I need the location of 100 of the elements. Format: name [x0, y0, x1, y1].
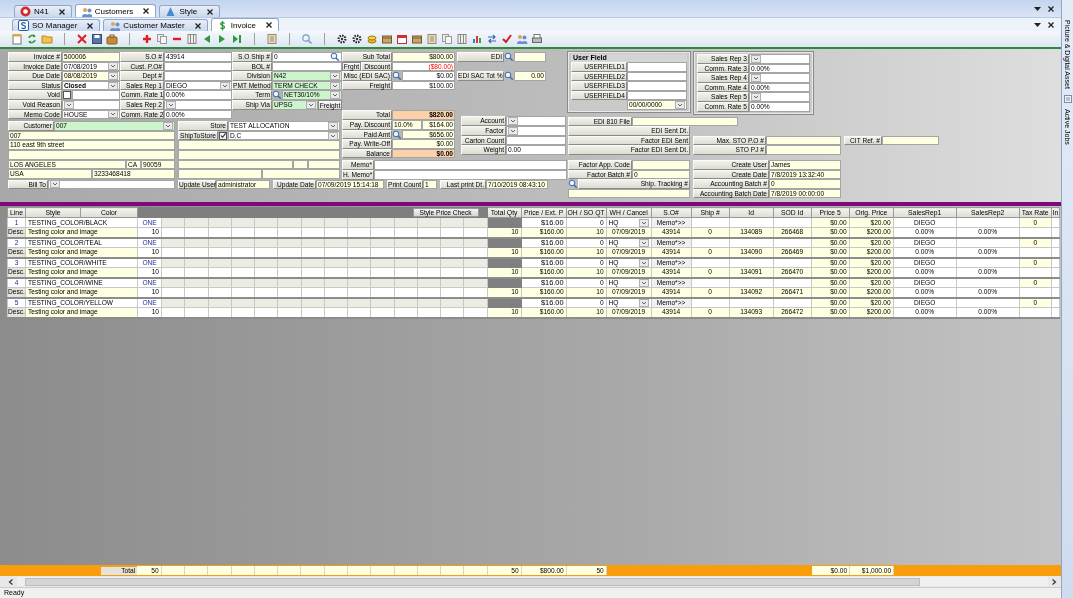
- checkbox[interactable]: [219, 131, 227, 140]
- search-icon[interactable]: [301, 33, 313, 45]
- caret-icon[interactable]: [330, 81, 340, 90]
- caret-icon[interactable]: [220, 81, 230, 90]
- caret-icon[interactable]: [751, 74, 761, 82]
- close-icon[interactable]: [1047, 20, 1055, 29]
- caret-icon[interactable]: [64, 100, 74, 109]
- tab[interactable]: N41: [14, 5, 72, 17]
- input-field[interactable]: [272, 61, 342, 72]
- input-field[interactable]: [506, 135, 566, 146]
- input-field[interactable]: [374, 160, 567, 170]
- close-icon[interactable]: [206, 7, 215, 16]
- caret-icon[interactable]: [675, 101, 685, 110]
- search-icon[interactable]: [568, 179, 578, 189]
- dropdown-field[interactable]: [749, 92, 810, 102]
- caret-icon[interactable]: [508, 126, 518, 135]
- input-field[interactable]: [627, 71, 687, 82]
- document-icon[interactable]: [426, 33, 438, 45]
- search-icon[interactable]: [392, 71, 402, 81]
- caret-icon[interactable]: [330, 72, 340, 80]
- close-icon[interactable]: [1047, 4, 1055, 13]
- input-field[interactable]: [164, 71, 232, 81]
- caret-icon[interactable]: [306, 100, 316, 109]
- input-field[interactable]: [178, 169, 262, 179]
- check-icon[interactable]: [501, 33, 513, 45]
- caret-icon[interactable]: [751, 93, 761, 102]
- input-field[interactable]: [293, 159, 308, 170]
- caret-icon[interactable]: [638, 238, 649, 247]
- people-icon[interactable]: [516, 33, 528, 45]
- caret-icon[interactable]: [330, 91, 340, 100]
- caret-icon[interactable]: [638, 278, 649, 287]
- printer-icon[interactable]: [531, 33, 543, 45]
- caret-icon[interactable]: [108, 110, 118, 119]
- caret-icon[interactable]: [108, 72, 118, 80]
- columns-icon[interactable]: [456, 33, 468, 45]
- gear-icon[interactable]: [351, 33, 363, 45]
- caret-icon[interactable]: [328, 131, 338, 140]
- input-field[interactable]: [178, 159, 293, 170]
- search-icon[interactable]: [330, 52, 340, 62]
- search-icon[interactable]: [504, 52, 514, 61]
- box-icon[interactable]: [381, 33, 393, 45]
- input-field[interactable]: [72, 90, 120, 100]
- tab[interactable]: Invoice: [210, 18, 280, 31]
- copy-icon[interactable]: [441, 33, 453, 45]
- input-field[interactable]: [766, 135, 841, 146]
- caret-icon[interactable]: [638, 258, 649, 267]
- chart-icon[interactable]: [471, 33, 483, 45]
- input-field[interactable]: [178, 140, 340, 150]
- input-field[interactable]: [627, 90, 687, 101]
- caret-icon[interactable]: [638, 298, 649, 307]
- caret-icon[interactable]: [50, 180, 60, 189]
- input-field[interactable]: [164, 61, 232, 72]
- input-field[interactable]: [568, 188, 690, 199]
- delete-icon[interactable]: [76, 33, 88, 45]
- input-field[interactable]: [178, 149, 340, 160]
- caret-icon[interactable]: [508, 117, 518, 126]
- input-field[interactable]: [627, 62, 687, 72]
- close-icon[interactable]: [57, 7, 66, 16]
- dropdown-field[interactable]: [506, 116, 566, 126]
- caret-icon[interactable]: [638, 218, 649, 227]
- input-field[interactable]: [882, 135, 939, 146]
- tab[interactable]: SO Manager: [12, 19, 101, 31]
- add-icon[interactable]: [141, 33, 153, 45]
- dropdown-field[interactable]: [48, 179, 175, 190]
- caret-icon[interactable]: [108, 81, 118, 90]
- input-field[interactable]: [8, 149, 175, 160]
- input-field[interactable]: [627, 81, 687, 91]
- input-field[interactable]: [514, 52, 546, 62]
- caret-icon[interactable]: [163, 121, 173, 130]
- close-icon[interactable]: [193, 21, 202, 30]
- caret-icon[interactable]: [166, 100, 176, 109]
- input-field[interactable]: [262, 169, 340, 179]
- checkbox[interactable]: [63, 91, 71, 100]
- folder-icon[interactable]: [41, 33, 53, 45]
- dropdown-field[interactable]: [164, 99, 232, 110]
- dropdown-field[interactable]: [506, 125, 566, 136]
- box-icon[interactable]: [411, 33, 423, 45]
- dropdown-field[interactable]: [749, 73, 810, 83]
- dropdown-field[interactable]: [62, 99, 120, 110]
- close-icon[interactable]: [265, 21, 274, 29]
- caret-icon[interactable]: [108, 62, 118, 71]
- input-field[interactable]: [632, 159, 690, 170]
- panel-icon[interactable]: [1063, 94, 1072, 103]
- search-icon[interactable]: [392, 129, 402, 139]
- save-icon[interactable]: [91, 33, 103, 45]
- search-icon[interactable]: [272, 90, 282, 100]
- input-field[interactable]: [632, 116, 738, 127]
- calendar-icon[interactable]: [396, 33, 408, 45]
- tab[interactable]: Customers: [74, 4, 157, 17]
- tab[interactable]: Customer Master: [103, 19, 208, 31]
- last-icon[interactable]: [231, 33, 243, 45]
- tab[interactable]: Style: [159, 5, 221, 17]
- input-field[interactable]: [308, 159, 340, 170]
- document-icon[interactable]: [266, 33, 278, 45]
- input-field[interactable]: [374, 169, 567, 180]
- close-icon[interactable]: [86, 21, 95, 30]
- caret-icon[interactable]: [751, 54, 761, 63]
- refresh-icon[interactable]: [26, 33, 38, 45]
- briefcase-icon[interactable]: [106, 33, 118, 45]
- caret-icon[interactable]: [328, 121, 338, 130]
